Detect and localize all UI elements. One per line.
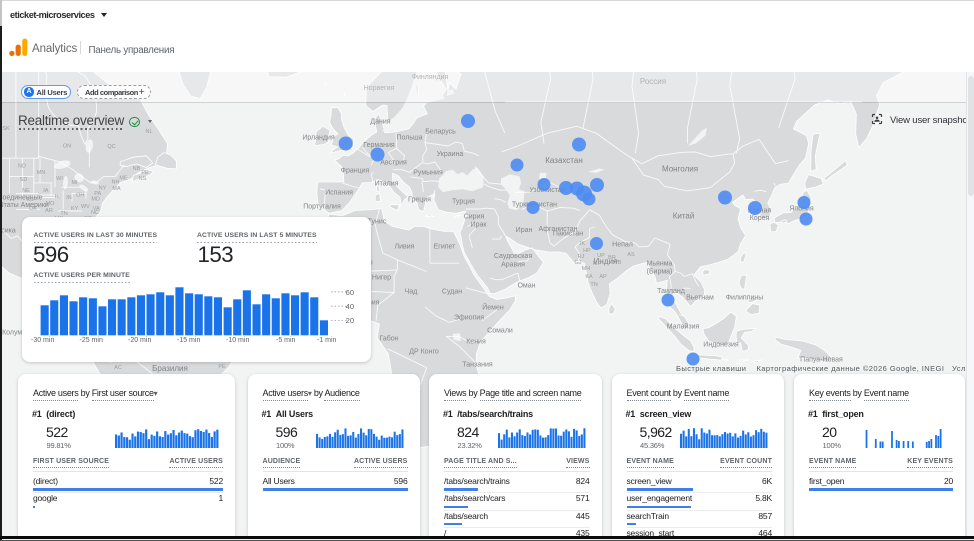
svg-text:SD: SD (20, 177, 28, 183)
svg-text:JK: JK (579, 241, 586, 247)
svg-text:PE: PE (218, 364, 226, 370)
svg-text:ДР Конго: ДР Конго (409, 349, 439, 356)
svg-text:MD: MD (91, 196, 100, 202)
svg-text:MN: MN (37, 170, 46, 176)
svg-text:Мьянма: Мьянма (647, 261, 673, 268)
svg-text:(Бирма): (Бирма) (647, 269, 673, 276)
svg-text:Штаты Америки: Штаты Америки (0, 202, 49, 209)
svg-text:IA: IA (43, 188, 49, 194)
svg-text:SK: SK (2, 126, 10, 132)
svg-text:MH: MH (582, 266, 591, 272)
svg-text:MA: MA (112, 186, 121, 192)
svg-text:Монголия: Монголия (662, 165, 698, 174)
svg-text:Папуа-Новая: Папуа-Новая (800, 357, 843, 364)
svg-text:ND: ND (18, 164, 26, 170)
svg-text:NC: NC (91, 210, 99, 216)
svg-text:HP: HP (583, 248, 591, 254)
svg-text:Танзания: Танзания (462, 362, 493, 369)
svg-text:NL: NL (145, 129, 152, 135)
svg-text:NB: NB (133, 166, 141, 172)
svg-text:KS: KS (26, 197, 34, 203)
svg-text:UP: UP (597, 253, 605, 259)
svg-text:AS: AS (627, 252, 635, 258)
svg-text:Ливия: Ливия (395, 244, 415, 251)
svg-text:WV: WV (81, 204, 90, 210)
svg-text:AR: AR (45, 208, 53, 214)
svg-text:RJ: RJ (578, 254, 585, 260)
svg-text:Франция: Франция (341, 168, 370, 175)
svg-text:Саудовская: Саудовская (494, 253, 532, 260)
svg-text:GJ: GJ (574, 260, 581, 266)
svg-text:Сирия: Сирия (464, 214, 485, 221)
svg-text:Иран: Иран (516, 227, 533, 234)
svg-text:ON: ON (63, 144, 71, 150)
svg-text:Аравия: Аравия (501, 262, 525, 269)
svg-text:Таиланд: Таиланд (657, 288, 685, 295)
svg-text:Индонезия: Индонезия (703, 342, 739, 349)
svg-text:Италия: Италия (375, 181, 399, 188)
svg-text:MI: MI (71, 180, 78, 186)
svg-text:Нигер: Нигер (372, 275, 391, 282)
svg-text:AC: AC (114, 365, 122, 371)
svg-text:IL: IL (55, 194, 60, 200)
svg-text:Непал: Непал (612, 242, 633, 249)
svg-text:Египет: Египет (434, 244, 457, 251)
svg-text:Судан: Судан (442, 289, 462, 296)
svg-text:Беларусь: Беларусь (425, 129, 456, 136)
svg-text:IN: IN (66, 195, 72, 201)
svg-text:Украина: Украина (437, 151, 464, 158)
svg-text:Казахстан: Казахстан (545, 156, 583, 165)
svg-text:WI: WI (56, 176, 63, 182)
svg-text:WB: WB (613, 260, 622, 266)
svg-text:Австрия: Австрия (380, 160, 407, 167)
svg-text:AP: AP (599, 274, 607, 280)
svg-text:Йемен: Йемен (482, 303, 504, 312)
svg-text:Габон: Габон (379, 335, 398, 343)
svg-text:Соединенные: Соединенные (0, 195, 43, 202)
svg-text:Дания: Дания (370, 119, 390, 126)
svg-text:NH: NH (112, 180, 120, 186)
svg-text:MP: MP (593, 261, 602, 267)
svg-text:Мексика: Мексика (0, 228, 16, 235)
svg-text:KY: KY (71, 206, 79, 212)
svg-text:QC: QC (107, 144, 115, 150)
svg-text:NS: NS (139, 176, 147, 182)
svg-text:Вьетнам: Вьетнам (686, 295, 714, 302)
svg-text:Пакистан: Пакистан (553, 231, 583, 238)
svg-text:Бразилия: Бразилия (152, 364, 188, 373)
svg-text:Ирландия: Ирландия (302, 135, 335, 142)
svg-text:Филиппины: Филиппины (726, 295, 764, 302)
svg-text:KA: KA (585, 274, 593, 280)
svg-text:Ирак: Ирак (471, 222, 488, 229)
svg-text:Польша: Польша (396, 135, 422, 142)
svg-text:Кения: Кения (466, 339, 486, 346)
svg-text:Чад: Чад (405, 289, 418, 296)
svg-text:Китай: Китай (673, 212, 695, 221)
svg-text:OH: OH (76, 193, 84, 199)
svg-text:NE: NE (22, 188, 30, 194)
svg-text:MO: MO (46, 201, 56, 207)
svg-text:Эфиопия: Эфиопия (454, 315, 484, 322)
svg-text:ME: ME (119, 176, 128, 182)
svg-text:Греция: Греция (408, 197, 431, 204)
svg-text:Сомали: Сомали (487, 328, 513, 335)
svg-text:Оман: Оман (517, 283, 535, 290)
svg-text:Турция: Турция (452, 199, 475, 206)
svg-text:Румыния: Румыния (413, 170, 443, 177)
svg-text:Корея: Корея (750, 215, 770, 222)
svg-text:OK: OK (29, 206, 37, 212)
svg-text:TN: TN (590, 282, 597, 288)
svg-text:Португалия: Португалия (303, 204, 341, 211)
svg-text:Испания: Испания (325, 190, 353, 197)
svg-text:Малайзия: Малайзия (667, 323, 700, 331)
